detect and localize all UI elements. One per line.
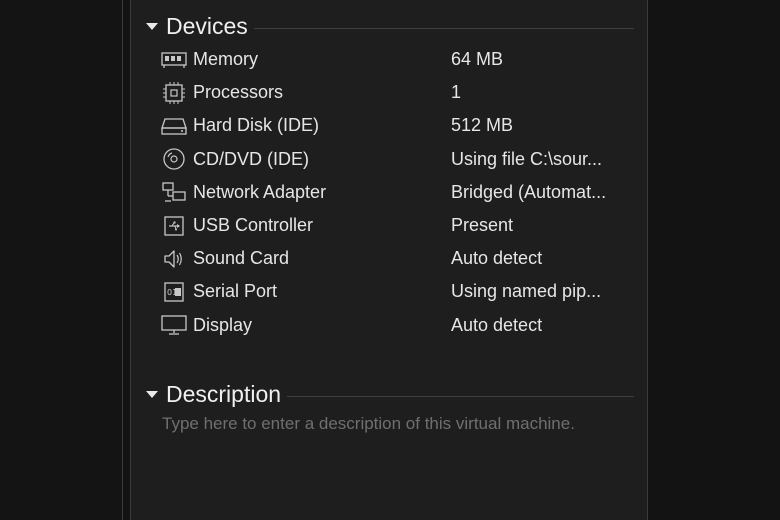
device-row-processors[interactable]: Processors 1	[160, 76, 640, 109]
description-input[interactable]: Type here to enter a description of this…	[162, 412, 602, 436]
left-pane-edge	[0, 0, 122, 520]
device-summary: 512 MB	[451, 115, 514, 136]
memory-icon	[160, 48, 188, 72]
devices-section-title: Devices	[166, 12, 248, 39]
pane-splitter[interactable]	[122, 0, 123, 520]
device-row-network-adapter[interactable]: Network Adapter Bridged (Automat...	[160, 176, 640, 209]
display-icon	[160, 313, 188, 337]
device-summary: Bridged (Automat...	[451, 181, 607, 202]
device-name: Display	[193, 314, 253, 335]
device-summary: Using named pip...	[451, 281, 602, 302]
device-summary: Present	[451, 215, 514, 236]
device-row-hard-disk[interactable]: Hard Disk (IDE) 512 MB	[160, 109, 640, 142]
device-row-sound-card[interactable]: Sound Card Auto detect	[160, 242, 640, 275]
device-name: Memory	[193, 49, 259, 70]
device-summary: Auto detect	[451, 248, 543, 269]
device-name: CD/DVD (IDE)	[193, 148, 309, 169]
device-row-usb-controller[interactable]: USB Controller Present	[160, 209, 640, 242]
device-name: USB Controller	[193, 215, 314, 236]
device-row-serial-port[interactable]: 01 Serial Port Using named pip...	[160, 275, 640, 308]
device-name: Sound Card	[193, 248, 290, 269]
device-name: Serial Port	[193, 281, 278, 302]
device-name: Network Adapter	[193, 181, 327, 202]
collapse-caret-icon[interactable]	[146, 391, 158, 398]
section-divider	[287, 395, 634, 397]
section-divider	[253, 27, 634, 29]
sound-card-icon	[160, 247, 188, 271]
device-summary: 1	[451, 82, 462, 103]
device-summary: Using file C:\sour...	[451, 148, 603, 169]
device-row-cd-dvd[interactable]: CD/DVD (IDE) Using file C:\sour...	[160, 143, 640, 176]
description-section-header[interactable]: Description	[146, 380, 634, 408]
device-summary: 64 MB	[451, 49, 504, 70]
device-name: Processors	[193, 82, 284, 103]
cd-dvd-icon	[160, 147, 188, 171]
right-pane-edge	[648, 0, 780, 520]
collapse-caret-icon[interactable]	[146, 23, 158, 30]
device-name: Hard Disk (IDE)	[193, 115, 320, 136]
device-summary: Auto detect	[451, 314, 543, 335]
devices-section-header[interactable]: Devices	[146, 12, 634, 40]
device-row-display[interactable]: Display Auto detect	[160, 309, 640, 342]
devices-list: Memory 64 MB Processors 1 Hard Disk (IDE…	[160, 43, 640, 342]
usb-controller-icon	[160, 214, 188, 238]
description-section-title: Description	[166, 380, 282, 407]
processor-icon	[160, 81, 188, 105]
device-row-memory[interactable]: Memory 64 MB	[160, 43, 640, 76]
serial-port-icon: 01	[160, 280, 188, 304]
network-adapter-icon	[160, 180, 188, 204]
hard-disk-icon	[160, 114, 188, 138]
